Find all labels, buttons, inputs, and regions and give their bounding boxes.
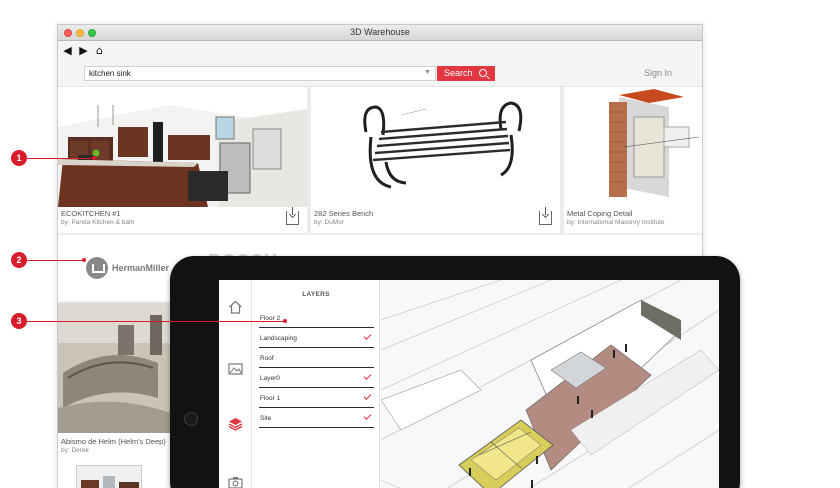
tablet-screen: LAYERS Floor 2 Landscaping Roof Layer0 F…: [219, 280, 719, 488]
model-title[interactable]: ECOKITCHEN #1: [61, 209, 121, 218]
callout-line-2: [27, 260, 84, 261]
tool-rail: [219, 280, 252, 488]
chevron-down-icon[interactable]: ▼: [424, 69, 431, 76]
camera-icon[interactable]: [228, 475, 243, 488]
image-icon[interactable]: [228, 362, 243, 376]
layer-name: Landscaping: [260, 335, 297, 342]
download-icon[interactable]: [539, 207, 552, 225]
checkmark-icon[interactable]: [363, 372, 372, 380]
callout-line-3: [27, 321, 285, 322]
model-card[interactable]: 282 Series Bench by: DuMor: [311, 87, 560, 233]
model-author[interactable]: by: International Masonry Institute: [567, 219, 665, 226]
nav-bar: ◀ ▶ ⌂: [58, 41, 702, 59]
layer-row-layer0[interactable]: Layer0: [259, 368, 374, 388]
herman-miller-logo-icon: [86, 257, 108, 279]
model-author[interactable]: by: Derek: [61, 447, 89, 454]
checkmark-icon[interactable]: [363, 412, 372, 420]
layer-name: Roof: [260, 355, 274, 362]
download-icon[interactable]: [286, 207, 299, 225]
model-author[interactable]: by: DuMor: [314, 219, 344, 226]
tablet-device: LAYERS Floor 2 Landscaping Roof Layer0 F…: [170, 256, 740, 488]
model-card[interactable]: ECOKITCHEN #1 by: Panda Kitchen & bath: [58, 87, 307, 233]
callout-dot-2: [82, 258, 86, 262]
callout-dot-1: [92, 156, 96, 160]
layer-name: Layer0: [260, 375, 280, 382]
model-thumbnail[interactable]: [58, 303, 171, 433]
home-icon[interactable]: [228, 300, 243, 314]
model-thumbnail[interactable]: [564, 87, 702, 207]
checkmark-icon[interactable]: [363, 392, 372, 400]
home-icon[interactable]: ⌂: [94, 45, 105, 56]
checkmark-icon[interactable]: [363, 332, 372, 340]
model-title[interactable]: 282 Series Bench: [314, 209, 373, 218]
title-bar: 3D Warehouse: [58, 25, 702, 41]
search-button[interactable]: Search: [437, 66, 495, 81]
layer-name: Floor 1: [260, 395, 281, 402]
sign-in-link[interactable]: Sign In: [644, 68, 672, 78]
layers-panel: LAYERS Floor 2 Landscaping Roof Layer0 F…: [253, 280, 380, 488]
search-icon: [479, 69, 487, 77]
callout-dot-3: [283, 319, 287, 323]
layer-row-landscaping[interactable]: Landscaping: [259, 328, 374, 348]
back-arrow-icon[interactable]: ◀: [62, 45, 73, 56]
search-input[interactable]: kitchen sink: [84, 66, 436, 81]
promo-stage: 3D Warehouse ◀ ▶ ⌂ kitchen sink ▼ Search…: [0, 0, 840, 488]
layer-row-floor-1[interactable]: Floor 1: [259, 388, 374, 408]
model-title[interactable]: Abismo de Helm (Helm's Deep): [61, 437, 166, 446]
window-title: 3D Warehouse: [350, 27, 410, 37]
layer-row-roof[interactable]: Roof: [259, 348, 374, 368]
layers-panel-title: LAYERS: [302, 291, 330, 298]
forward-arrow-icon[interactable]: ▶: [78, 45, 89, 56]
model-author[interactable]: by: Panda Kitchen & bath: [61, 219, 134, 226]
brand-name: HermanMiller: [112, 263, 170, 273]
search-button-label: Search: [444, 68, 473, 78]
model-card[interactable]: Metal Coping Detail by: International Ma…: [564, 87, 702, 233]
callout-badge-1: 1: [11, 150, 27, 166]
model-thumbnail-secondary[interactable]: [76, 465, 142, 488]
layer-name: Site: [260, 415, 272, 422]
layer-row-floor-2[interactable]: Floor 2: [259, 308, 374, 328]
model-thumbnail[interactable]: [58, 87, 307, 207]
tablet-home-button[interactable]: [184, 412, 198, 426]
brand-herman-miller[interactable]: HermanMiller: [86, 257, 169, 279]
model-thumbnail[interactable]: [311, 87, 560, 207]
callout-badge-3: 3: [11, 313, 27, 329]
layer-row-site[interactable]: Site: [259, 408, 374, 428]
model-card[interactable]: Abismo de Helm (Helm's Deep) by: Derek: [58, 303, 171, 488]
callout-line-1: [27, 158, 94, 159]
search-row: kitchen sink ▼ Search Sign In: [58, 59, 702, 87]
layers-icon[interactable]: [228, 417, 243, 431]
callout-badge-2: 2: [11, 252, 27, 268]
model-title[interactable]: Metal Coping Detail: [567, 209, 632, 218]
model-viewport[interactable]: [381, 280, 719, 488]
